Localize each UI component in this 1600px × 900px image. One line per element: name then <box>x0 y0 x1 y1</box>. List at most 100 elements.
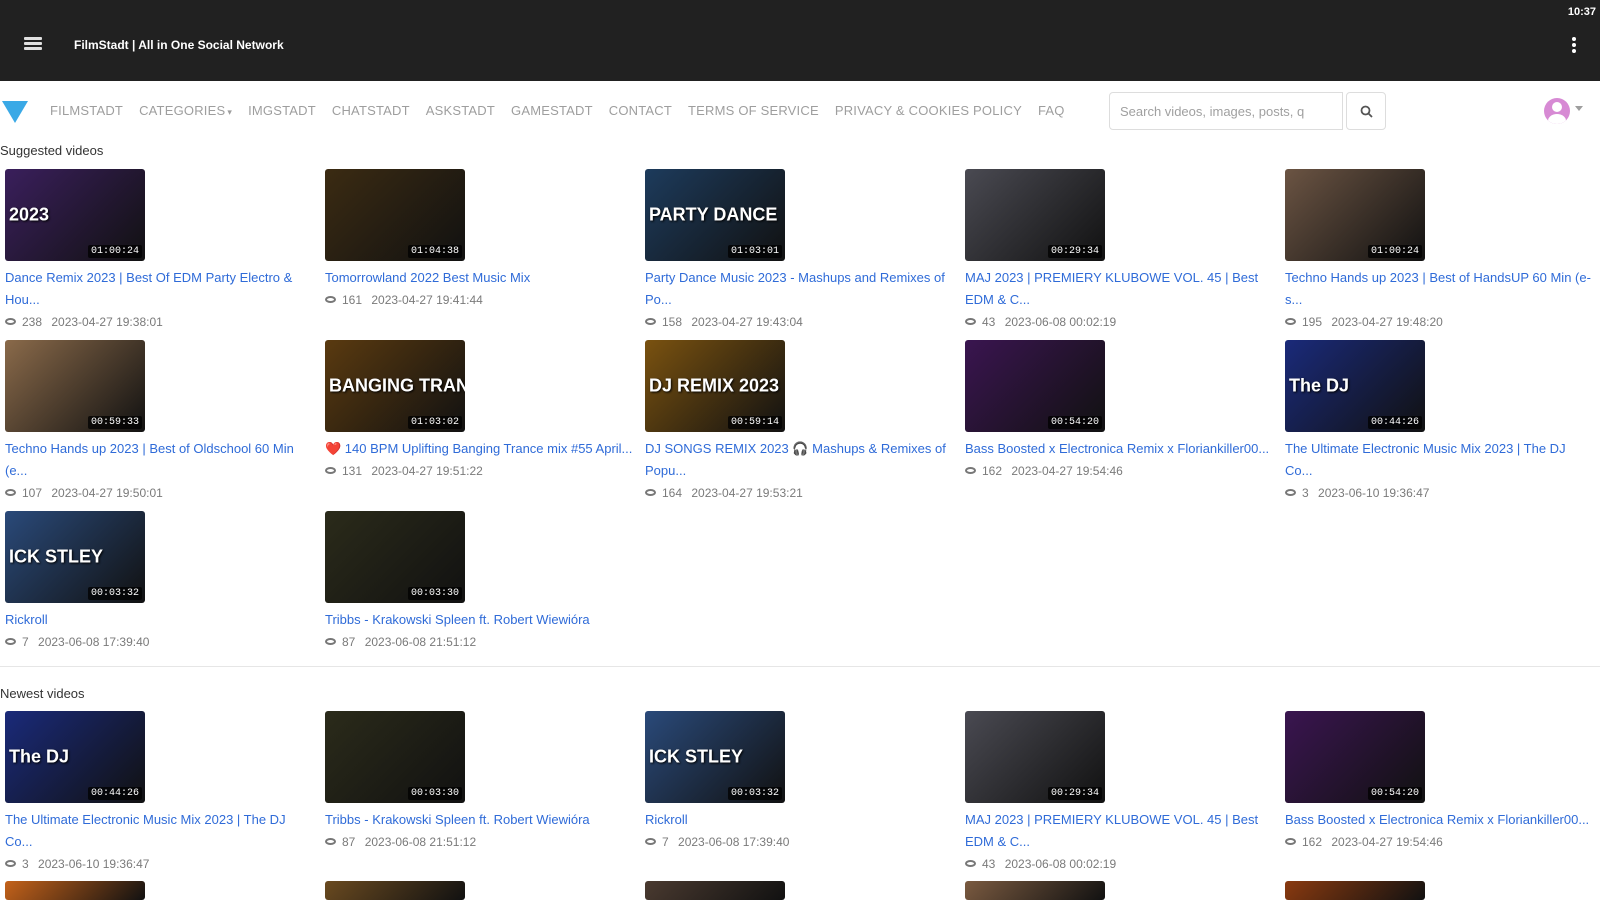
video-meta: 162 2023-04-27 19:54:46 <box>965 460 1275 482</box>
video-title-link[interactable]: ❤️ 140 BPM Uplifting Banging Trance mix … <box>325 438 635 460</box>
video-thumbnail[interactable]: The DJ 00:44:26 <box>1285 340 1425 432</box>
video-thumbnail[interactable]: The DJ 00:44:26 <box>5 711 145 803</box>
video-thumbnail[interactable] <box>645 881 785 900</box>
video-duration: 01:03:02 <box>407 416 462 429</box>
video-card[interactable]: The DJ 00:44:26 The Ultimate Electronic Mu… <box>1285 340 1595 504</box>
video-thumbnail[interactable]: ICK STLEY 00:03:32 <box>645 711 785 803</box>
video-card[interactable]: BANGING TRANCE 01:03:02 ❤️ 140 BPM Uplifti… <box>325 340 635 482</box>
upload-date: 2023-04-27 19:54:46 <box>1008 464 1123 478</box>
video-card[interactable]: 00:29:34 MAJ 2023 | PREMIERY KLUBOWE VOL.… <box>965 711 1275 875</box>
video-thumbnail[interactable] <box>325 881 465 900</box>
nav-item-contact[interactable]: CONTACT <box>609 103 672 118</box>
video-thumbnail[interactable]: 00:03:30 <box>325 511 465 603</box>
video-title-link[interactable]: Dance Remix 2023 | Best Of EDM Party Ele… <box>5 267 315 311</box>
video-meta: 3 2023-06-10 19:36:47 <box>1285 482 1595 504</box>
video-card[interactable]: 00:54:20 Bass Boosted x Electronica Remix… <box>1285 711 1595 853</box>
video-thumbnail[interactable]: 00:54:20 <box>965 340 1105 432</box>
nav-item-privacy[interactable]: PRIVACY & COOKIES POLICY <box>835 103 1022 118</box>
video-card[interactable]: ICK STLEY 00:03:32 Rickroll 7 2023-06-08 17… <box>5 511 315 653</box>
video-thumbnail[interactable]: BANGING TRANCE 01:03:02 <box>325 340 465 432</box>
video-title-link[interactable]: Bass Boosted x Electronica Remix x Flori… <box>1285 809 1595 831</box>
nav-item-gamestadt[interactable]: GAMESTADT <box>511 103 593 118</box>
overflow-menu-icon[interactable] <box>1572 37 1576 53</box>
video-title-link[interactable]: Bass Boosted x Electronica Remix x Flori… <box>965 438 1275 460</box>
user-avatar[interactable] <box>1544 98 1570 124</box>
video-title-link[interactable]: Rickroll <box>5 609 315 631</box>
video-title-link[interactable]: Techno Hands up 2023 | Best of HandsUP 6… <box>1285 267 1595 311</box>
video-card[interactable]: 01:00:24 Techno Hands up 2023 | Best of H… <box>1285 169 1595 333</box>
eye-icon <box>325 296 336 304</box>
video-title-link[interactable]: MAJ 2023 | PREMIERY KLUBOWE VOL. 45 | Be… <box>965 267 1275 311</box>
video-card[interactable]: 2023 01:00:24 Dance Remix 2023 | Best Of E… <box>5 169 315 333</box>
nav-item-imgstadt[interactable]: IMGSTADT <box>248 103 316 118</box>
upload-date: 2023-06-08 21:51:12 <box>361 635 477 649</box>
video-thumbnail[interactable]: 00:59:33 <box>5 340 145 432</box>
upload-date: 2023-04-27 19:43:04 <box>688 315 803 329</box>
avatar-caret-icon[interactable] <box>1575 106 1583 111</box>
view-count: 131 <box>342 464 363 478</box>
video-card[interactable]: ICK STLEY 00:03:32 Rickroll 7 2023-06-08 17… <box>645 711 955 853</box>
thumbnail-overlay-text: DJ REMIX 2023 <box>649 375 780 396</box>
site-logo-icon[interactable] <box>2 101 28 123</box>
video-card[interactable]: 00:29:34 MAJ 2023 | PREMIERY KLUBOWE VOL.… <box>965 169 1275 333</box>
view-count: 107 <box>22 486 43 500</box>
video-card[interactable]: 00:54:20 Bass Boosted x Electronica Remix… <box>965 340 1275 482</box>
nav-item-askstadt[interactable]: ASKSTADT <box>426 103 495 118</box>
section-divider <box>0 666 1600 667</box>
video-thumbnail[interactable] <box>5 881 145 900</box>
video-title-link[interactable]: The Ultimate Electronic Music Mix 2023 |… <box>1285 438 1595 482</box>
view-count: 3 <box>1302 486 1309 500</box>
video-thumbnail[interactable]: 00:03:30 <box>325 711 465 803</box>
video-thumbnail[interactable]: 01:00:24 <box>1285 169 1425 261</box>
video-card[interactable]: 00:59:33 Techno Hands up 2023 | Best of O… <box>5 340 315 504</box>
video-thumbnail[interactable]: 00:29:34 <box>965 711 1105 803</box>
nav-item-categories[interactable]: CATEGORIES ▾ <box>139 103 232 118</box>
eye-icon <box>325 838 336 846</box>
video-title-link[interactable]: Tribbs - Krakowski Spleen ft. Robert Wie… <box>325 609 635 631</box>
newest-section-title: Newest videos <box>0 686 85 701</box>
video-title-link[interactable]: Party Dance Music 2023 - Mashups and Rem… <box>645 267 955 311</box>
search-icon <box>1360 105 1373 118</box>
status-bar-time: 10:37 <box>1567 6 1596 18</box>
view-count: 43 <box>982 315 996 329</box>
video-card[interactable]: 00:03:30 Tribbs - Krakowski Spleen ft. Ro… <box>325 511 635 653</box>
eye-icon <box>5 638 16 646</box>
video-title-link[interactable]: Techno Hands up 2023 | Best of Oldschool… <box>5 438 315 482</box>
video-title-link[interactable]: Tomorrowland 2022 Best Music Mix <box>325 267 635 289</box>
video-thumbnail[interactable]: PARTY DANCE 01:03:01 <box>645 169 785 261</box>
video-title-link[interactable]: Rickroll <box>645 809 955 831</box>
video-duration: 00:59:33 <box>87 416 142 429</box>
video-thumbnail[interactable]: 01:04:38 <box>325 169 465 261</box>
view-count: 3 <box>22 857 29 871</box>
video-thumbnail[interactable]: 00:29:34 <box>965 169 1105 261</box>
video-card[interactable]: DJ REMIX 2023 00:59:14 DJ SONGS REMIX 2023… <box>645 340 955 504</box>
eye-icon <box>1285 489 1296 497</box>
video-duration: 00:03:30 <box>407 787 462 800</box>
hamburger-menu-icon[interactable] <box>24 37 42 51</box>
video-thumbnail[interactable]: ICK STLEY 00:03:32 <box>5 511 145 603</box>
video-thumbnail[interactable]: DJ REMIX 2023 00:59:14 <box>645 340 785 432</box>
video-title-link[interactable]: The Ultimate Electronic Music Mix 2023 |… <box>5 809 315 853</box>
video-thumbnail[interactable]: 00:54:20 <box>1285 711 1425 803</box>
video-thumbnail[interactable] <box>965 881 1105 900</box>
video-card[interactable]: 00:03:30 Tribbs - Krakowski Spleen ft. Ro… <box>325 711 635 853</box>
caret-down-icon: ▾ <box>227 107 233 117</box>
upload-date: 2023-04-27 19:53:21 <box>688 486 803 500</box>
nav-item-chatstadt[interactable]: CHATSTADT <box>332 103 410 118</box>
video-card[interactable]: 01:04:38 Tomorrowland 2022 Best Music Mix… <box>325 169 635 311</box>
video-meta: 195 2023-04-27 19:48:20 <box>1285 311 1595 333</box>
video-meta: 107 2023-04-27 19:50:01 <box>5 482 315 504</box>
search-button[interactable] <box>1346 92 1386 130</box>
view-count: 195 <box>1302 315 1323 329</box>
nav-item-filmstadt[interactable]: FILMSTADT <box>50 103 123 118</box>
video-thumbnail[interactable]: 2023 01:00:24 <box>5 169 145 261</box>
video-card[interactable]: The DJ 00:44:26 The Ultimate Electronic Mu… <box>5 711 315 875</box>
search-input[interactable] <box>1109 92 1343 130</box>
video-title-link[interactable]: MAJ 2023 | PREMIERY KLUBOWE VOL. 45 | Be… <box>965 809 1275 853</box>
video-title-link[interactable]: Tribbs - Krakowski Spleen ft. Robert Wie… <box>325 809 635 831</box>
video-title-link[interactable]: DJ SONGS REMIX 2023 🎧 Mashups & Remixes … <box>645 438 955 482</box>
video-thumbnail[interactable] <box>1285 881 1425 900</box>
video-card[interactable]: PARTY DANCE 01:03:01 Party Dance Music 202… <box>645 169 955 333</box>
nav-item-faq[interactable]: FAQ <box>1038 103 1065 118</box>
nav-item-terms[interactable]: TERMS OF SERVICE <box>688 103 819 118</box>
